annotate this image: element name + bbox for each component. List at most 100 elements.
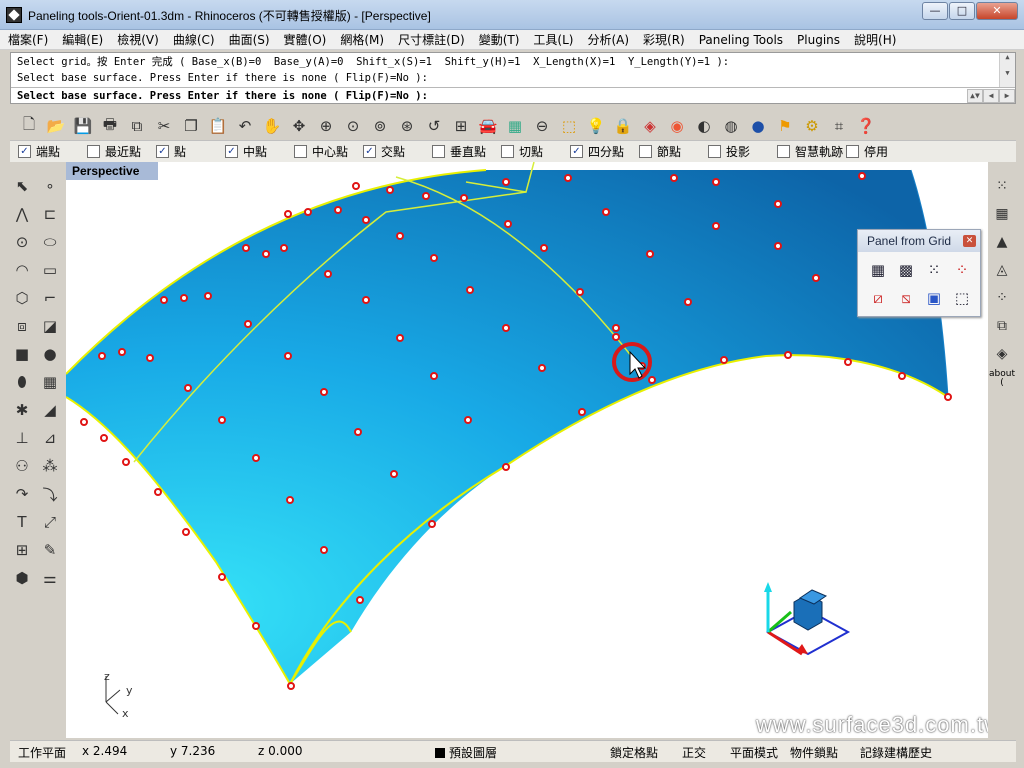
grid-make-icon[interactable]: ⚌ <box>38 566 62 590</box>
panel-cube-icon[interactable]: ⧉ <box>990 314 1014 338</box>
car-icon[interactable]: 🚘 <box>475 114 501 138</box>
pencil-icon[interactable]: ✎ <box>38 538 62 562</box>
puzzle-icon[interactable]: ✱ <box>10 398 34 422</box>
polygon-icon[interactable]: ⬡ <box>10 286 34 310</box>
grid-icon[interactable]: ▦ <box>502 114 528 138</box>
shaded-icon[interactable]: ◐ <box>691 114 717 138</box>
boolean-icon[interactable]: ⚇ <box>10 454 34 478</box>
menu-edit[interactable]: 編輯(E) <box>62 31 103 48</box>
dots-grid-icon[interactable]: ⁘ <box>990 286 1014 310</box>
checkbox-checked[interactable]: ✓ <box>570 145 583 158</box>
osnap-center[interactable]: 中心點 <box>286 143 355 160</box>
command-history-scrollbar[interactable]: ▲ ▼ <box>999 53 1015 87</box>
group-icon[interactable]: ⁂ <box>38 454 62 478</box>
osnap-quad[interactable]: ✓ 四分點 <box>562 143 631 160</box>
checkbox-unchecked[interactable] <box>432 145 445 158</box>
flag-icon[interactable]: ⚑ <box>772 114 798 138</box>
pan-hand-icon[interactable]: ✋ <box>259 114 285 138</box>
curve-icon[interactable]: ⊏ <box>38 202 62 226</box>
zoom-selected-icon[interactable]: ⊛ <box>394 114 420 138</box>
maximize-button[interactable]: □ <box>949 2 975 20</box>
checkbox-unchecked[interactable] <box>294 145 307 158</box>
menu-tools[interactable]: 工具(L) <box>533 31 573 48</box>
osnap-point[interactable]: ✓ 點 <box>148 143 217 160</box>
surface-edit-icon[interactable]: ◪ <box>38 314 62 338</box>
scale-icon[interactable]: ⤢ <box>38 510 62 534</box>
sphere-solid-icon[interactable]: ● <box>38 342 62 366</box>
osnap-perpendicular[interactable]: 垂直點 <box>424 143 493 160</box>
import-icon[interactable]: ⧉ <box>124 114 150 138</box>
color-wheel-icon[interactable]: ◉ <box>664 114 690 138</box>
orient-icon[interactable]: ◢ <box>38 398 62 422</box>
light-bulb-icon[interactable]: 💡 <box>583 114 609 138</box>
perspective-viewport[interactable]: Perspective z y x www.surface3d.com.tw <box>66 162 988 738</box>
snap-toggle[interactable]: 鎖定格點 <box>610 744 658 761</box>
checkbox-checked[interactable]: ✓ <box>18 145 31 158</box>
sphere-icon[interactable]: ● <box>745 114 771 138</box>
menu-surface[interactable]: 曲面(S) <box>229 31 270 48</box>
box-icon[interactable]: ■ <box>10 342 34 366</box>
panel-select-icon[interactable]: ⬚ <box>948 284 976 312</box>
extend-icon[interactable]: ⊿ <box>38 426 62 450</box>
paste-icon[interactable]: 📋 <box>205 114 231 138</box>
panel-title[interactable]: Panel from Grid <box>858 230 980 252</box>
checkbox-unchecked[interactable] <box>846 145 859 158</box>
select-arrow-icon[interactable]: ⬉ <box>10 174 34 198</box>
osnap-near[interactable]: 最近點 <box>79 143 148 160</box>
cplane-label[interactable]: 工作平面 <box>18 744 66 761</box>
menu-transform[interactable]: 變動(T) <box>479 31 520 48</box>
script-icon[interactable]: ⌗ <box>826 114 852 138</box>
spin-right-icon[interactable]: ▶ <box>999 89 1015 103</box>
checkbox-checked[interactable]: ✓ <box>363 145 376 158</box>
menu-view[interactable]: 檢視(V) <box>117 31 159 48</box>
dim-icon[interactable]: ⬚ <box>556 114 582 138</box>
osnap-toggle[interactable]: 物件鎖點 <box>790 744 838 761</box>
checkbox-unchecked[interactable] <box>708 145 721 158</box>
menu-render[interactable]: 彩現(R) <box>643 31 685 48</box>
current-layer[interactable]: 預設圖層 <box>435 744 497 761</box>
lock-icon[interactable]: 🔒 <box>610 114 636 138</box>
points-grid-icon[interactable]: ⁙ <box>990 174 1014 198</box>
undo-icon[interactable]: ↶ <box>232 114 258 138</box>
panel-cut-icon[interactable]: ⧄ <box>864 284 892 312</box>
zoom-dynamic-icon[interactable]: ⊕ <box>313 114 339 138</box>
menu-plugins[interactable]: Plugins <box>797 33 840 47</box>
menu-curve[interactable]: 曲線(C) <box>173 31 215 48</box>
fillet-curve-icon[interactable]: ⌐ <box>38 286 62 310</box>
triangle-grid-icon[interactable]: ◬ <box>990 258 1014 282</box>
osnap-smarttrack[interactable]: 智慧軌跡 <box>769 143 844 160</box>
menu-file[interactable]: 檔案(F) <box>8 31 48 48</box>
panel-dots-icon[interactable]: ⁙ <box>920 256 948 284</box>
ellipse-icon[interactable]: ⬭ <box>38 230 62 254</box>
triangle-icon[interactable]: ▲ <box>990 230 1014 254</box>
record-history-toggle[interactable]: 記錄建構歷史 <box>860 744 932 761</box>
arc-icon[interactable]: ◠ <box>10 258 34 282</box>
rotate-icon[interactable]: ↷ <box>10 482 34 506</box>
panel-box-icon[interactable]: ▣ <box>920 284 948 312</box>
spin-left-icon[interactable]: ◀ <box>983 89 999 103</box>
grid-icon[interactable]: ▦ <box>990 202 1014 226</box>
viewport-title-tab[interactable]: Perspective <box>66 162 158 180</box>
surface-points-icon[interactable]: ⧈ <box>10 314 34 338</box>
panel-cut-2-icon[interactable]: ⧅ <box>892 284 920 312</box>
panel-close-icon[interactable]: ✕ <box>963 235 976 247</box>
layer-icon[interactable]: ◈ <box>637 114 663 138</box>
panel-grid-2-icon[interactable]: ▩ <box>892 256 920 284</box>
help-icon[interactable]: ❓ <box>853 114 879 138</box>
osnap-mid[interactable]: ✓ 中點 <box>217 143 286 160</box>
ortho-toggle[interactable]: 正交 <box>682 744 706 761</box>
planar-toggle[interactable]: 平面模式 <box>730 744 778 761</box>
checkbox-unchecked[interactable] <box>501 145 514 158</box>
zoom-window-icon[interactable]: ⊙ <box>340 114 366 138</box>
osnap-intersection[interactable]: ✓ 交點 <box>355 143 424 160</box>
checkbox-unchecked[interactable] <box>87 145 100 158</box>
panel-grid-icon[interactable]: ▦ <box>864 256 892 284</box>
checkbox-unchecked[interactable] <box>777 145 790 158</box>
render-icon[interactable]: ◍ <box>718 114 744 138</box>
zoom-extents-icon[interactable]: ⊚ <box>367 114 393 138</box>
target-icon[interactable]: ⊖ <box>529 114 555 138</box>
about-label[interactable]: about ( <box>988 370 1016 388</box>
spin-up-down-icon[interactable]: ▲▼ <box>967 89 983 103</box>
close-button[interactable]: ✕ <box>976 2 1018 20</box>
menu-analyze[interactable]: 分析(A) <box>587 31 629 48</box>
